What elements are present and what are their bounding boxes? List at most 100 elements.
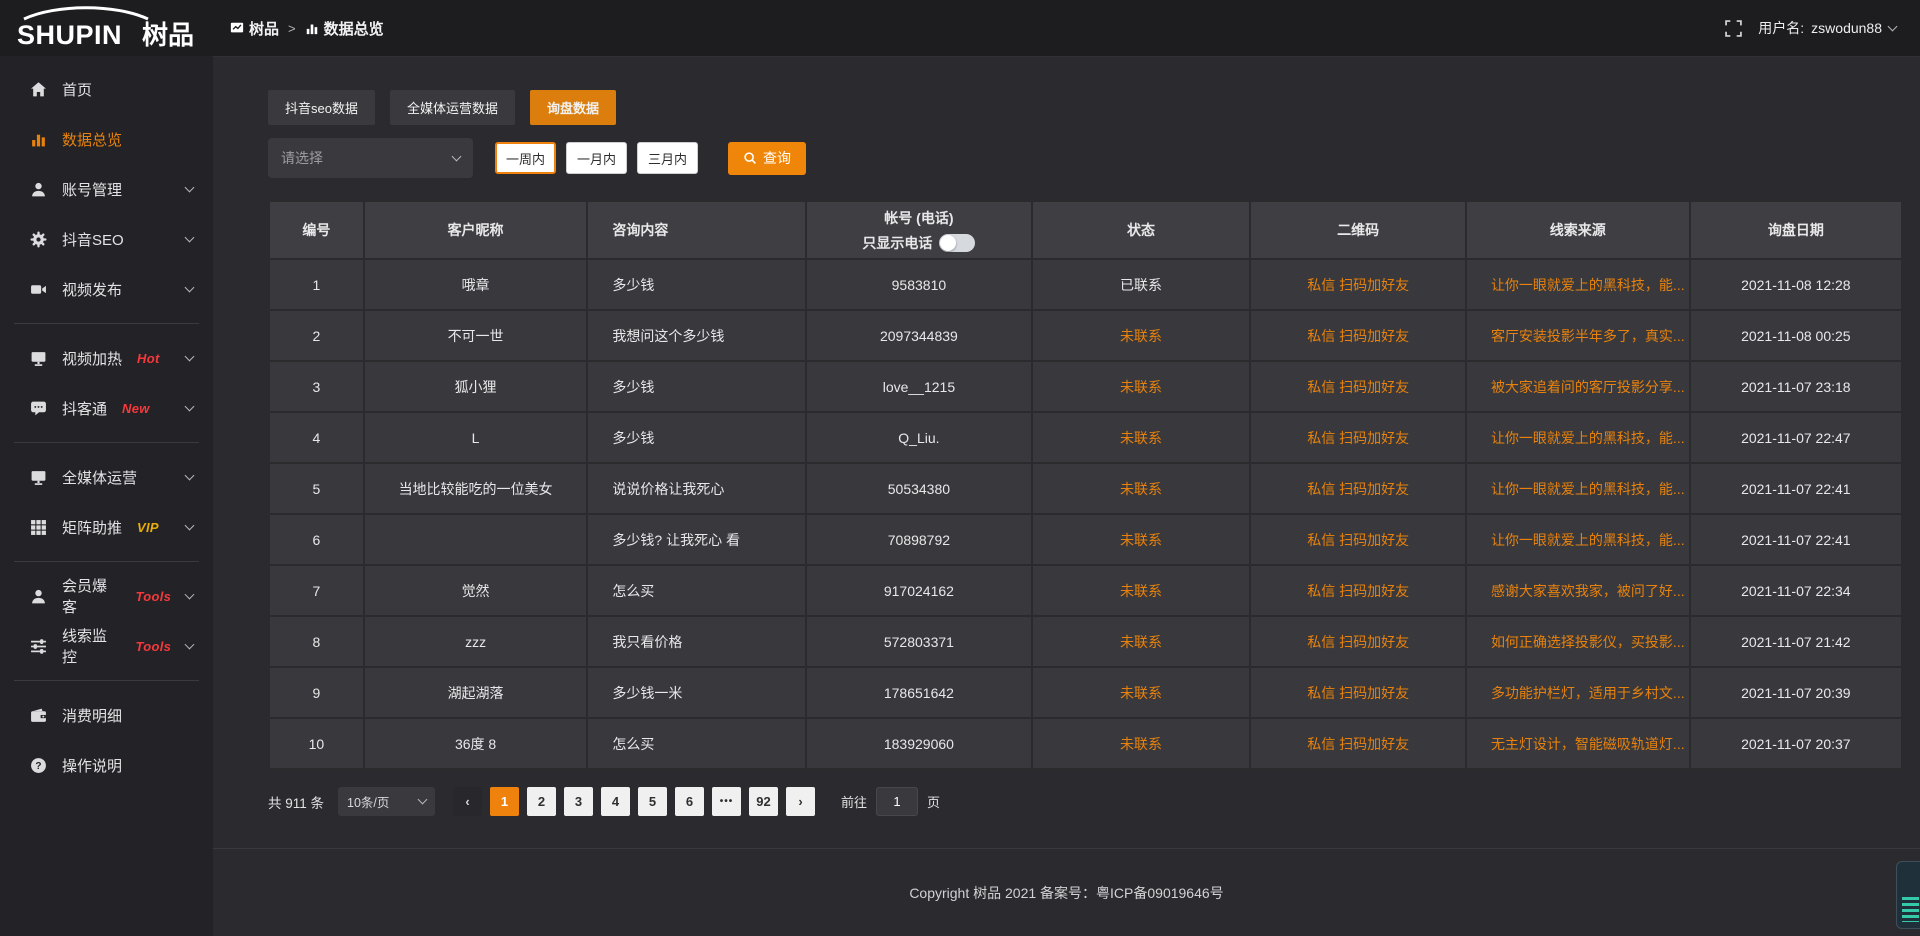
cell-content: 说说价格让我死心: [587, 463, 806, 514]
qr-add-friend-link[interactable]: 私信 扫码加好友: [1250, 514, 1466, 565]
cell-nickname: 36度 8: [364, 718, 588, 769]
sidebar-item-label: 账号管理: [62, 179, 122, 200]
sidebar-item-home[interactable]: 首页: [0, 64, 213, 114]
page-button-4[interactable]: 4: [601, 787, 630, 816]
lead-source-link[interactable]: 让你一眼就爱上的黑科技，能...: [1466, 463, 1690, 514]
query-button[interactable]: 查询: [728, 142, 806, 175]
qr-add-friend-link[interactable]: 私信 扫码加好友: [1250, 718, 1466, 769]
tab-douyin-seo-data[interactable]: 抖音seo数据: [268, 90, 375, 125]
corner-widget[interactable]: [1896, 861, 1920, 929]
breadcrumb-separator: >: [288, 21, 296, 36]
status-badge: 未联系: [1032, 616, 1251, 667]
topbar-right: 用户名: zswodun88: [1725, 18, 1920, 38]
status-badge: 未联系: [1032, 718, 1251, 769]
board-icon: [230, 21, 244, 35]
tools-badge: Tools: [135, 589, 171, 604]
header-date: 询盘日期: [1690, 201, 1902, 259]
breadcrumb-home[interactable]: 树品: [230, 18, 279, 39]
phone-only-toggle[interactable]: [939, 234, 975, 252]
next-page-button[interactable]: ›: [786, 787, 815, 816]
page-button-5[interactable]: 5: [638, 787, 667, 816]
page-size-select[interactable]: 10条/页: [338, 787, 435, 816]
prev-page-button[interactable]: ‹: [453, 787, 482, 816]
sidebar-item-label: 全媒体运营: [62, 467, 137, 488]
qr-add-friend-link[interactable]: 私信 扫码加好友: [1250, 616, 1466, 667]
sidebar-item-douketong[interactable]: 抖客通 New: [0, 383, 213, 433]
sidebar-item-matrix-boost[interactable]: 矩阵助推 VIP: [0, 502, 213, 552]
qr-add-friend-link[interactable]: 私信 扫码加好友: [1250, 667, 1466, 718]
sidebar-item-consumption-detail[interactable]: 消费明细: [0, 690, 213, 740]
qr-add-friend-link[interactable]: 私信 扫码加好友: [1250, 361, 1466, 412]
sidebar-item-member-baoke[interactable]: 会员爆客 Tools: [0, 571, 213, 621]
goto-page-input[interactable]: 1: [876, 787, 918, 816]
range-month-button[interactable]: 一月内: [566, 142, 627, 174]
goto-label: 前往: [841, 792, 867, 811]
header-qrcode: 二维码: [1250, 201, 1466, 259]
cell-account: 70898792: [806, 514, 1031, 565]
range-quarter-button[interactable]: 三月内: [637, 142, 698, 174]
cell-no: 10: [269, 718, 364, 769]
lead-source-link[interactable]: 让你一眼就爱上的黑科技，能...: [1466, 514, 1690, 565]
sidebar-item-label: 抖音SEO: [62, 229, 124, 250]
top-bar: SHUPIN 树品 树品 > 数据总览: [0, 0, 1920, 56]
cell-nickname: 觉然: [364, 565, 588, 616]
lead-source-link[interactable]: 让你一眼就爱上的黑科技，能...: [1466, 259, 1690, 310]
more-pages-button[interactable]: •••: [712, 787, 741, 816]
qr-add-friend-link[interactable]: 私信 扫码加好友: [1250, 412, 1466, 463]
fullscreen-icon[interactable]: [1725, 20, 1742, 37]
qr-add-friend-link[interactable]: 私信 扫码加好友: [1250, 565, 1466, 616]
page-button-1[interactable]: 1: [490, 787, 519, 816]
sidebar-item-douyin-seo[interactable]: 抖音SEO: [0, 214, 213, 264]
page-button-3[interactable]: 3: [564, 787, 593, 816]
question-icon: ?: [30, 757, 47, 774]
sidebar-item-video-publish[interactable]: 视频发布: [0, 264, 213, 314]
monitor-icon: [30, 350, 47, 367]
lead-source-link[interactable]: 如何正确选择投影仪，买投影...: [1466, 616, 1690, 667]
sidebar-item-instructions[interactable]: ? 操作说明: [0, 740, 213, 790]
lead-source-link[interactable]: 感谢大家喜欢我家，被问了好...: [1466, 565, 1690, 616]
cell-no: 7: [269, 565, 364, 616]
sidebar-item-label: 视频发布: [62, 279, 122, 300]
qr-add-friend-link[interactable]: 私信 扫码加好友: [1250, 310, 1466, 361]
cell-no: 3: [269, 361, 364, 412]
lead-source-link[interactable]: 让你一眼就爱上的黑科技，能...: [1466, 412, 1690, 463]
cell-account: 2097344839: [806, 310, 1031, 361]
sidebar-item-lead-monitor[interactable]: 线索监控 Tools: [0, 621, 213, 671]
user-menu[interactable]: 用户名: zswodun88: [1758, 18, 1896, 38]
chevron-down-icon: [452, 151, 462, 161]
sidebar-item-account-management[interactable]: 账号管理: [0, 164, 213, 214]
sidebar-item-video-heating[interactable]: 视频加热 Hot: [0, 333, 213, 383]
chevron-down-icon: [185, 401, 195, 411]
page-button-92[interactable]: 92: [749, 787, 778, 816]
sidebar-item-data-overview[interactable]: 数据总览: [0, 114, 213, 164]
cell-nickname: 湖起湖落: [364, 667, 588, 718]
tab-inquiry-data[interactable]: 询盘数据: [530, 90, 616, 125]
page-button-6[interactable]: 6: [675, 787, 704, 816]
lead-source-link[interactable]: 多功能护栏灯，适用于乡村文...: [1466, 667, 1690, 718]
sidebar-divider: [14, 561, 199, 562]
tab-omnimedia-data[interactable]: 全媒体运营数据: [390, 90, 515, 125]
new-badge: New: [122, 401, 150, 416]
qr-add-friend-link[interactable]: 私信 扫码加好友: [1250, 259, 1466, 310]
cell-account: 183929060: [806, 718, 1031, 769]
status-badge: 未联系: [1032, 412, 1251, 463]
account-select[interactable]: 请选择: [268, 138, 473, 178]
cell-content: 多少钱一米: [587, 667, 806, 718]
lead-source-link[interactable]: 被大家追着问的客厅投影分享...: [1466, 361, 1690, 412]
status-badge: 未联系: [1032, 361, 1251, 412]
sidebar-item-omnimedia[interactable]: 全媒体运营: [0, 452, 213, 502]
cell-date: 2021-11-07 22:34: [1690, 565, 1902, 616]
breadcrumb-current[interactable]: 数据总览: [305, 18, 384, 39]
lead-source-link[interactable]: 无主灯设计，智能磁吸轨道灯...: [1466, 718, 1690, 769]
range-week-button[interactable]: 一周内: [495, 142, 556, 174]
app-window: SHUPIN 树品 树品 > 数据总览: [0, 0, 1920, 936]
cell-no: 9: [269, 667, 364, 718]
header-nickname: 客户昵称: [364, 201, 588, 259]
chevron-down-icon: [185, 282, 195, 292]
cell-content: 怎么买: [587, 565, 806, 616]
sidebar-item-label: 数据总览: [62, 129, 122, 150]
qr-add-friend-link[interactable]: 私信 扫码加好友: [1250, 463, 1466, 514]
page-button-2[interactable]: 2: [527, 787, 556, 816]
chevron-down-icon: [185, 470, 195, 480]
lead-source-link[interactable]: 客厅安装投影半年多了，真实...: [1466, 310, 1690, 361]
